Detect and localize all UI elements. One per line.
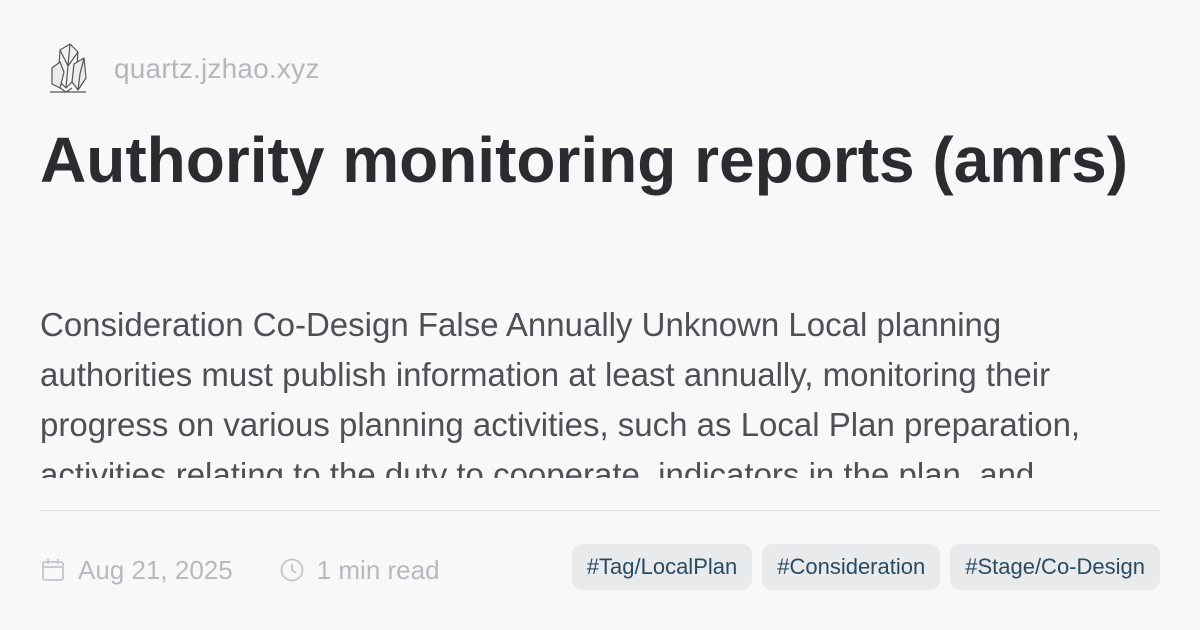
page-meta: Aug 21, 2025 1 min read bbox=[40, 548, 440, 592]
clock-icon bbox=[280, 558, 304, 582]
read-time: 1 min read bbox=[316, 554, 440, 585]
publish-date: Aug 21, 2025 bbox=[78, 554, 233, 585]
tag-localplan[interactable]: #Tag/LocalPlan bbox=[571, 544, 753, 590]
divider bbox=[40, 510, 1160, 511]
site-header: quartz.jzhao.xyz bbox=[48, 42, 320, 96]
page-title: Authority monitoring reports (amrs) bbox=[40, 124, 1129, 196]
crystal-icon bbox=[50, 43, 87, 93]
tag-consideration[interactable]: #Consideration bbox=[762, 544, 941, 590]
calendar-icon bbox=[42, 559, 64, 581]
site-url[interactable]: quartz.jzhao.xyz bbox=[114, 53, 320, 85]
page-description: Consideration Co-Design False Annually U… bbox=[40, 306, 1081, 478]
tag-list: #Tag/LocalPlan #Consideration #Stage/Co-… bbox=[571, 544, 1160, 590]
tag-stage-co-design[interactable]: #Stage/Co-Design bbox=[950, 544, 1160, 590]
